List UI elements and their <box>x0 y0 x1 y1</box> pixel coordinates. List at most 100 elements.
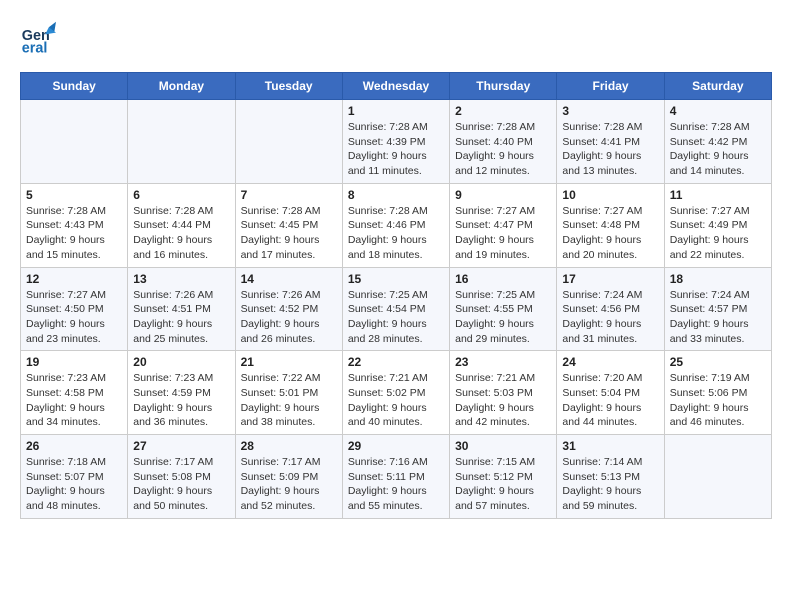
calendar-cell: 9 Sunrise: 7:27 AM Sunset: 4:47 PM Daylig… <box>450 183 557 267</box>
calendar-cell: 25 Sunrise: 7:19 AM Sunset: 5:06 PM Dayli… <box>664 351 771 435</box>
day-number: 11 <box>670 188 766 202</box>
calendar-cell: 16 Sunrise: 7:25 AM Sunset: 4:55 PM Dayli… <box>450 267 557 351</box>
day-info: Sunrise: 7:24 AM Sunset: 4:56 PM Dayligh… <box>562 288 658 347</box>
day-info: Sunrise: 7:27 AM Sunset: 4:48 PM Dayligh… <box>562 204 658 263</box>
day-number: 21 <box>241 355 337 369</box>
calendar-cell: 26 Sunrise: 7:18 AM Sunset: 5:07 PM Dayli… <box>21 435 128 519</box>
day-number: 5 <box>26 188 122 202</box>
day-info: Sunrise: 7:21 AM Sunset: 5:03 PM Dayligh… <box>455 371 551 430</box>
day-number: 27 <box>133 439 229 453</box>
calendar-cell: 31 Sunrise: 7:14 AM Sunset: 5:13 PM Dayli… <box>557 435 664 519</box>
day-number: 30 <box>455 439 551 453</box>
day-info: Sunrise: 7:24 AM Sunset: 4:57 PM Dayligh… <box>670 288 766 347</box>
calendar-cell: 11Sunrise: 7:27 AM Sunset: 4:49 PM Dayli… <box>664 183 771 267</box>
day-header-tuesday: Tuesday <box>235 73 342 100</box>
calendar-week-1: 1 Sunrise: 7:28 AM Sunset: 4:39 PM Daylig… <box>21 100 772 184</box>
calendar-cell <box>664 435 771 519</box>
day-number: 22 <box>348 355 444 369</box>
day-number: 13 <box>133 272 229 286</box>
day-info: Sunrise: 7:26 AM Sunset: 4:52 PM Dayligh… <box>241 288 337 347</box>
day-number: 24 <box>562 355 658 369</box>
day-number: 1 <box>348 104 444 118</box>
day-number: 17 <box>562 272 658 286</box>
day-info: Sunrise: 7:23 AM Sunset: 4:58 PM Dayligh… <box>26 371 122 430</box>
calendar-cell: 30 Sunrise: 7:15 AM Sunset: 5:12 PM Dayli… <box>450 435 557 519</box>
day-header-wednesday: Wednesday <box>342 73 449 100</box>
day-number: 8 <box>348 188 444 202</box>
svg-text:eral: eral <box>22 40 48 56</box>
day-info: Sunrise: 7:25 AM Sunset: 4:55 PM Dayligh… <box>455 288 551 347</box>
calendar-cell: 5 Sunrise: 7:28 AM Sunset: 4:43 PM Daylig… <box>21 183 128 267</box>
day-number: 16 <box>455 272 551 286</box>
calendar-cell: 3Sunrise: 7:28 AM Sunset: 4:41 PM Daylig… <box>557 100 664 184</box>
calendar-cell <box>128 100 235 184</box>
day-info: Sunrise: 7:28 AM Sunset: 4:46 PM Dayligh… <box>348 204 444 263</box>
day-info: Sunrise: 7:27 AM Sunset: 4:47 PM Dayligh… <box>455 204 551 263</box>
day-number: 2 <box>455 104 551 118</box>
calendar-cell: 14Sunrise: 7:26 AM Sunset: 4:52 PM Dayli… <box>235 267 342 351</box>
calendar-cell: 7Sunrise: 7:28 AM Sunset: 4:45 PM Daylig… <box>235 183 342 267</box>
calendar-cell: 24 Sunrise: 7:20 AM Sunset: 5:04 PM Dayli… <box>557 351 664 435</box>
day-info: Sunrise: 7:14 AM Sunset: 5:13 PM Dayligh… <box>562 455 658 514</box>
day-info: Sunrise: 7:28 AM Sunset: 4:39 PM Dayligh… <box>348 120 444 179</box>
day-info: Sunrise: 7:26 AM Sunset: 4:51 PM Dayligh… <box>133 288 229 347</box>
day-number: 23 <box>455 355 551 369</box>
day-info: Sunrise: 7:28 AM Sunset: 4:43 PM Dayligh… <box>26 204 122 263</box>
day-info: Sunrise: 7:21 AM Sunset: 5:02 PM Dayligh… <box>348 371 444 430</box>
day-info: Sunrise: 7:17 AM Sunset: 5:09 PM Dayligh… <box>241 455 337 514</box>
day-info: Sunrise: 7:17 AM Sunset: 5:08 PM Dayligh… <box>133 455 229 514</box>
day-number: 18 <box>670 272 766 286</box>
day-number: 4 <box>670 104 766 118</box>
day-number: 9 <box>455 188 551 202</box>
calendar-cell: 6Sunrise: 7:28 AM Sunset: 4:44 PM Daylig… <box>128 183 235 267</box>
day-info: Sunrise: 7:22 AM Sunset: 5:01 PM Dayligh… <box>241 371 337 430</box>
calendar-cell: 29Sunrise: 7:16 AM Sunset: 5:11 PM Dayli… <box>342 435 449 519</box>
calendar-cell: 15 Sunrise: 7:25 AM Sunset: 4:54 PM Dayli… <box>342 267 449 351</box>
day-header-sunday: Sunday <box>21 73 128 100</box>
day-number: 29 <box>348 439 444 453</box>
day-info: Sunrise: 7:15 AM Sunset: 5:12 PM Dayligh… <box>455 455 551 514</box>
day-info: Sunrise: 7:18 AM Sunset: 5:07 PM Dayligh… <box>26 455 122 514</box>
calendar-week-4: 19 Sunrise: 7:23 AM Sunset: 4:58 PM Dayli… <box>21 351 772 435</box>
calendar-cell: 28Sunrise: 7:17 AM Sunset: 5:09 PM Dayli… <box>235 435 342 519</box>
day-info: Sunrise: 7:25 AM Sunset: 4:54 PM Dayligh… <box>348 288 444 347</box>
calendar-week-5: 26 Sunrise: 7:18 AM Sunset: 5:07 PM Dayli… <box>21 435 772 519</box>
calendar-cell <box>21 100 128 184</box>
calendar-header: SundayMondayTuesdayWednesdayThursdayFrid… <box>21 73 772 100</box>
day-header-thursday: Thursday <box>450 73 557 100</box>
calendar-cell: 4Sunrise: 7:28 AM Sunset: 4:42 PM Daylig… <box>664 100 771 184</box>
day-info: Sunrise: 7:20 AM Sunset: 5:04 PM Dayligh… <box>562 371 658 430</box>
day-header-saturday: Saturday <box>664 73 771 100</box>
calendar-cell: 2 Sunrise: 7:28 AM Sunset: 4:40 PM Daylig… <box>450 100 557 184</box>
day-info: Sunrise: 7:27 AM Sunset: 4:50 PM Dayligh… <box>26 288 122 347</box>
day-number: 10 <box>562 188 658 202</box>
calendar-table: SundayMondayTuesdayWednesdayThursdayFrid… <box>20 72 772 519</box>
day-number: 7 <box>241 188 337 202</box>
day-number: 31 <box>562 439 658 453</box>
day-info: Sunrise: 7:28 AM Sunset: 4:40 PM Dayligh… <box>455 120 551 179</box>
day-info: Sunrise: 7:19 AM Sunset: 5:06 PM Dayligh… <box>670 371 766 430</box>
calendar-cell: 27 Sunrise: 7:17 AM Sunset: 5:08 PM Dayli… <box>128 435 235 519</box>
logo: Gen eral <box>20 20 60 56</box>
day-number: 25 <box>670 355 766 369</box>
day-header-monday: Monday <box>128 73 235 100</box>
calendar-cell: 13 Sunrise: 7:26 AM Sunset: 4:51 PM Dayli… <box>128 267 235 351</box>
calendar-cell: 19 Sunrise: 7:23 AM Sunset: 4:58 PM Dayli… <box>21 351 128 435</box>
day-number: 6 <box>133 188 229 202</box>
calendar-week-2: 5 Sunrise: 7:28 AM Sunset: 4:43 PM Daylig… <box>21 183 772 267</box>
day-number: 19 <box>26 355 122 369</box>
day-info: Sunrise: 7:23 AM Sunset: 4:59 PM Dayligh… <box>133 371 229 430</box>
calendar-cell: 21 Sunrise: 7:22 AM Sunset: 5:01 PM Dayli… <box>235 351 342 435</box>
calendar-cell: 23 Sunrise: 7:21 AM Sunset: 5:03 PM Dayli… <box>450 351 557 435</box>
calendar-cell: 17 Sunrise: 7:24 AM Sunset: 4:56 PM Dayli… <box>557 267 664 351</box>
calendar-cell: 22 Sunrise: 7:21 AM Sunset: 5:02 PM Dayli… <box>342 351 449 435</box>
day-number: 15 <box>348 272 444 286</box>
calendar-cell: 18 Sunrise: 7:24 AM Sunset: 4:57 PM Dayli… <box>664 267 771 351</box>
day-number: 26 <box>26 439 122 453</box>
calendar-cell: 8 Sunrise: 7:28 AM Sunset: 4:46 PM Daylig… <box>342 183 449 267</box>
day-number: 20 <box>133 355 229 369</box>
page-header: Gen eral <box>20 20 772 56</box>
calendar-week-3: 12 Sunrise: 7:27 AM Sunset: 4:50 PM Dayli… <box>21 267 772 351</box>
day-number: 12 <box>26 272 122 286</box>
logo-icon: Gen eral <box>20 20 56 56</box>
